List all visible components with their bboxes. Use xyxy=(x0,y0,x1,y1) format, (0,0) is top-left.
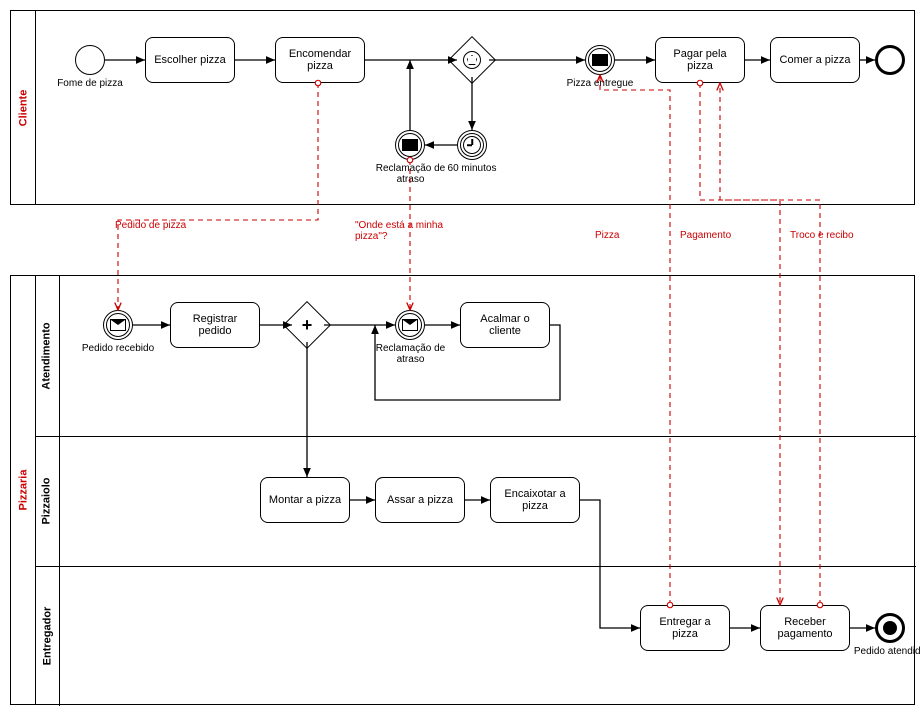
task-label: Escolher pizza xyxy=(154,54,226,66)
lane-label-entregador: Entregador xyxy=(35,566,60,706)
task-label: Assar a pizza xyxy=(387,494,453,506)
event-label: Pizza entregue xyxy=(560,78,640,89)
event-label: Reclamação de atraso xyxy=(368,343,453,365)
event-label: Pedido atendido xyxy=(850,646,920,657)
lane-label-text: Pizzaiolo xyxy=(41,477,53,524)
task-label: Receber pagamento xyxy=(765,616,845,640)
task-pagar: Pagar pela pizza xyxy=(655,37,745,83)
task-label: Comer a pizza xyxy=(780,54,851,66)
message-label: Pedido de pizza xyxy=(115,220,195,231)
message-label: Pizza xyxy=(595,230,675,241)
pool-label-text: Pizzaria xyxy=(17,470,29,511)
plus-icon: + xyxy=(302,316,313,334)
task-label: Encomendar pizza xyxy=(280,48,360,72)
task-escolher: Escolher pizza xyxy=(145,37,235,83)
task-label: Registrar pedido xyxy=(175,313,255,337)
task-label: Montar a pizza xyxy=(269,494,341,506)
lane-separator xyxy=(35,436,916,437)
task-label: Pagar pela pizza xyxy=(660,48,740,72)
event-label: Fome de pizza xyxy=(50,78,130,89)
task-entregar: Entregar a pizza xyxy=(640,605,730,651)
event-label: Reclamação de atraso xyxy=(368,163,453,185)
message-label: Troco e recibo xyxy=(790,230,870,241)
event-pedido-recebido xyxy=(103,310,133,340)
end-event-terminate xyxy=(875,613,905,643)
task-comer: Comer a pizza xyxy=(770,37,860,83)
lane-separator xyxy=(35,566,916,567)
task-label: Acalmar o cliente xyxy=(465,313,545,337)
task-encaixotar: Encaixotar a pizza xyxy=(490,477,580,523)
task-label: Encaixotar a pizza xyxy=(495,488,575,512)
task-assar: Assar a pizza xyxy=(375,477,465,523)
task-label: Entregar a pizza xyxy=(645,616,725,640)
gateway-event-based xyxy=(455,43,489,77)
task-montar: Montar a pizza xyxy=(260,477,350,523)
message-label: Pagamento xyxy=(680,230,760,241)
event-reclamacao-send xyxy=(395,130,425,160)
pool-label-pizzaria: Pizzaria xyxy=(11,276,36,704)
pool-label-text: Cliente xyxy=(17,89,29,126)
event-reclamacao-recv xyxy=(395,310,425,340)
lane-label-pizzaiolo: Pizzaiolo xyxy=(35,436,60,566)
task-acalmar: Acalmar o cliente xyxy=(460,302,550,348)
gateway-parallel: + xyxy=(290,308,324,342)
event-pizza-entregue xyxy=(585,45,615,75)
event-label: Pedido recebido xyxy=(78,343,158,354)
start-event xyxy=(75,45,105,75)
pool-label-cliente: Cliente xyxy=(11,11,36,204)
lane-label-atendimento: Atendimento xyxy=(35,276,60,436)
task-receber: Receber pagamento xyxy=(760,605,850,651)
message-label: "Onde está a minha pizza"? xyxy=(355,220,455,242)
lane-label-text: Atendimento xyxy=(41,322,53,389)
task-encomendar: Encomendar pizza xyxy=(275,37,365,83)
event-timer-60min xyxy=(457,130,487,160)
lane-label-text: Entregador xyxy=(41,607,53,666)
task-registrar: Registrar pedido xyxy=(170,302,260,348)
end-event xyxy=(875,45,905,75)
